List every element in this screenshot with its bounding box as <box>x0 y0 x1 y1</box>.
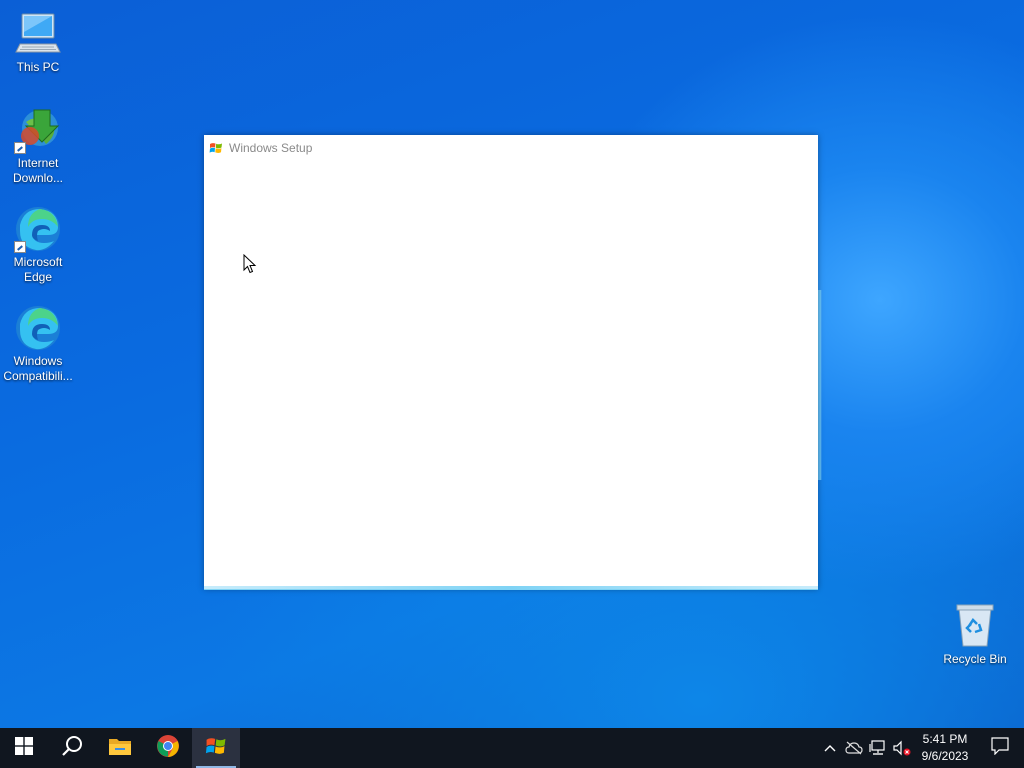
window-bottom-edge <box>204 586 818 589</box>
chrome-icon <box>156 734 180 763</box>
windows-setup-window[interactable]: Windows Setup <box>204 135 818 589</box>
windows-setup-taskbar-button[interactable] <box>192 728 240 768</box>
mouse-pointer-icon <box>243 253 257 274</box>
search-button[interactable] <box>48 728 96 768</box>
recycle-bin-icon <box>951 602 999 650</box>
action-center-button[interactable] <box>976 728 1024 768</box>
desktop-icon-internet-download-manager[interactable]: Internet Downlo... <box>0 106 76 186</box>
desktop-icon-label: Recycle Bin <box>943 652 1007 666</box>
desktop-icon-label: Internet Downlo... <box>12 156 64 185</box>
chevron-up-icon[interactable] <box>818 728 842 768</box>
file-explorer-button[interactable] <box>96 728 144 768</box>
edge-icon <box>14 304 62 352</box>
shortcut-arrow-icon <box>14 142 26 154</box>
shortcut-arrow-icon <box>14 241 26 253</box>
idm-icon <box>14 106 62 154</box>
clock-time: 5:41 PM <box>922 732 968 746</box>
taskbar: 5:41 PM 9/6/2023 <box>0 728 1024 768</box>
desktop-icon-label: This PC <box>16 60 60 74</box>
desktop-icon-windows-compatibility[interactable]: Windows Compatibili... <box>0 304 76 384</box>
network-icon[interactable] <box>866 728 890 768</box>
clock-date: 9/6/2023 <box>921 749 969 763</box>
desktop-icon-label: Microsoft Edge <box>13 255 63 284</box>
chrome-button[interactable] <box>144 728 192 768</box>
desktop-icon-microsoft-edge[interactable]: Microsoft Edge <box>0 205 76 285</box>
cloud-offline-icon[interactable] <box>842 728 866 768</box>
desktop: This PC Internet Downlo... Microsoft Edg… <box>0 0 1024 728</box>
window-title-bar[interactable]: Windows Setup <box>204 135 818 161</box>
window-glow <box>818 290 821 480</box>
desktop-icon-label: Windows Compatibili... <box>3 354 73 383</box>
windows-flag-icon <box>205 735 227 762</box>
edge-icon <box>14 205 62 253</box>
desktop-icon-this-pc[interactable]: This PC <box>0 10 76 75</box>
search-icon <box>61 735 83 762</box>
windows-logo-icon <box>15 736 33 760</box>
start-button[interactable] <box>0 728 48 768</box>
folder-icon <box>108 736 132 761</box>
clock[interactable]: 5:41 PM 9/6/2023 <box>914 731 976 765</box>
computer-icon <box>14 10 62 58</box>
desktop-icon-recycle-bin[interactable]: Recycle Bin <box>937 602 1013 667</box>
system-tray: 5:41 PM 9/6/2023 <box>818 728 1024 768</box>
notification-icon <box>991 736 1009 760</box>
windows-flag-icon <box>209 141 223 155</box>
volume-muted-icon[interactable] <box>890 728 914 768</box>
window-title: Windows Setup <box>229 141 313 155</box>
